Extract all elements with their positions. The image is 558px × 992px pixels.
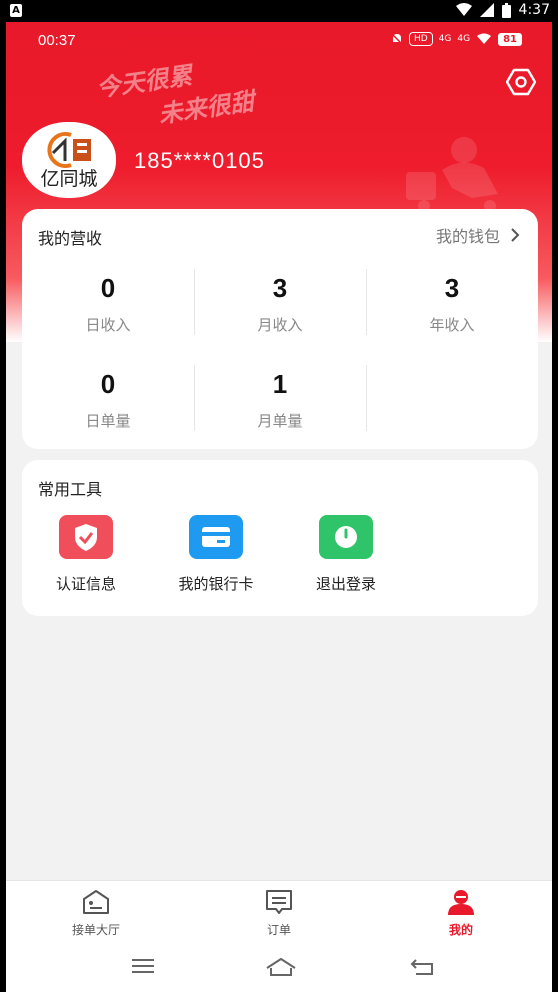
nav-label: 订单	[266, 923, 291, 937]
app-time: 00:37	[38, 32, 76, 49]
stat-label: 月收入	[257, 316, 303, 334]
stat-label: 年收入	[429, 316, 475, 334]
hall-icon	[83, 890, 109, 914]
app-status-bar: 00:37 HD 4G 4G 81	[6, 22, 552, 58]
income-card: 我的营收 我的钱包 0 日收入 3 月收入 3 年收入 0 日单量 1 月单量	[22, 209, 538, 449]
menu-icon[interactable]	[130, 956, 156, 976]
stat-daily-orders: 0 日单量	[22, 369, 194, 431]
tool-logout[interactable]: 退出登录	[286, 515, 406, 594]
tool-certification[interactable]: 认证信息	[26, 515, 146, 594]
battery-level: 81	[498, 32, 522, 46]
home-icon[interactable]	[264, 956, 298, 978]
tool-label: 退出登录	[315, 575, 376, 593]
stat-daily-income: 0 日收入	[22, 273, 194, 335]
settings-icon[interactable]	[506, 68, 536, 96]
cellular-signal-icon	[479, 3, 494, 17]
wifi-icon	[455, 3, 472, 16]
system-status-bar: A 4:37	[0, 0, 558, 22]
notification-badge: A	[10, 4, 22, 17]
income-title: 我的营收	[38, 229, 103, 248]
avatar[interactable]: 亿同城	[22, 122, 116, 198]
stat-value: 3	[444, 273, 460, 303]
tool-label: 认证信息	[55, 575, 116, 593]
hd-badge: HD	[408, 32, 433, 46]
stat-value: 0	[100, 369, 116, 399]
nav-label: 我的	[448, 923, 473, 937]
tools-title: 常用工具	[38, 480, 103, 499]
order-icon	[266, 890, 292, 914]
wallet-label: 我的钱包	[435, 227, 500, 246]
tools-card: 常用工具 认证信息 我的银行卡 退出登录	[22, 460, 538, 616]
stat-value: 0	[100, 273, 116, 303]
tool-bank-card[interactable]: 我的银行卡	[156, 515, 276, 594]
stat-value: 3	[272, 273, 288, 303]
chevron-right-icon	[511, 228, 520, 242]
signal-4g-1: 4G	[438, 34, 452, 44]
stat-monthly-orders: 1 月单量	[194, 369, 366, 431]
system-navigation	[6, 952, 552, 992]
nav-item-mine[interactable]: 我的	[401, 889, 521, 938]
tool-label: 我的银行卡	[178, 575, 254, 593]
logo-text: 亿同城	[40, 168, 98, 190]
stat-label: 日单量	[85, 412, 131, 430]
divider	[366, 365, 367, 431]
app-screen: 00:37 HD 4G 4G 81 今天很累 未来很甜 亿同城 185****0…	[6, 22, 552, 992]
wifi-icon	[477, 33, 492, 44]
nav-item-orders[interactable]: 订单	[219, 889, 339, 938]
stat-value: 1	[272, 369, 288, 399]
battery-icon	[501, 2, 511, 18]
stat-yearly-income: 3 年收入	[366, 273, 538, 335]
power-icon	[319, 515, 373, 559]
back-icon[interactable]	[408, 956, 436, 978]
shield-check-icon	[59, 515, 113, 559]
stat-label: 月单量	[257, 412, 303, 430]
phone-number: 185****0105	[134, 148, 265, 173]
signal-4g-2: 4G	[457, 34, 471, 44]
mute-icon	[391, 33, 403, 45]
system-time: 4:37	[518, 2, 550, 18]
nav-item-order-hall[interactable]: 接单大厅	[36, 889, 156, 938]
stat-monthly-income: 3 月收入	[194, 273, 366, 335]
bank-card-icon	[189, 515, 243, 559]
wallet-link[interactable]: 我的钱包	[436, 223, 520, 247]
courier-watermark-icon	[406, 137, 498, 212]
user-icon	[448, 890, 474, 915]
stat-label: 日收入	[85, 316, 131, 334]
nav-label: 接单大厅	[71, 923, 120, 937]
